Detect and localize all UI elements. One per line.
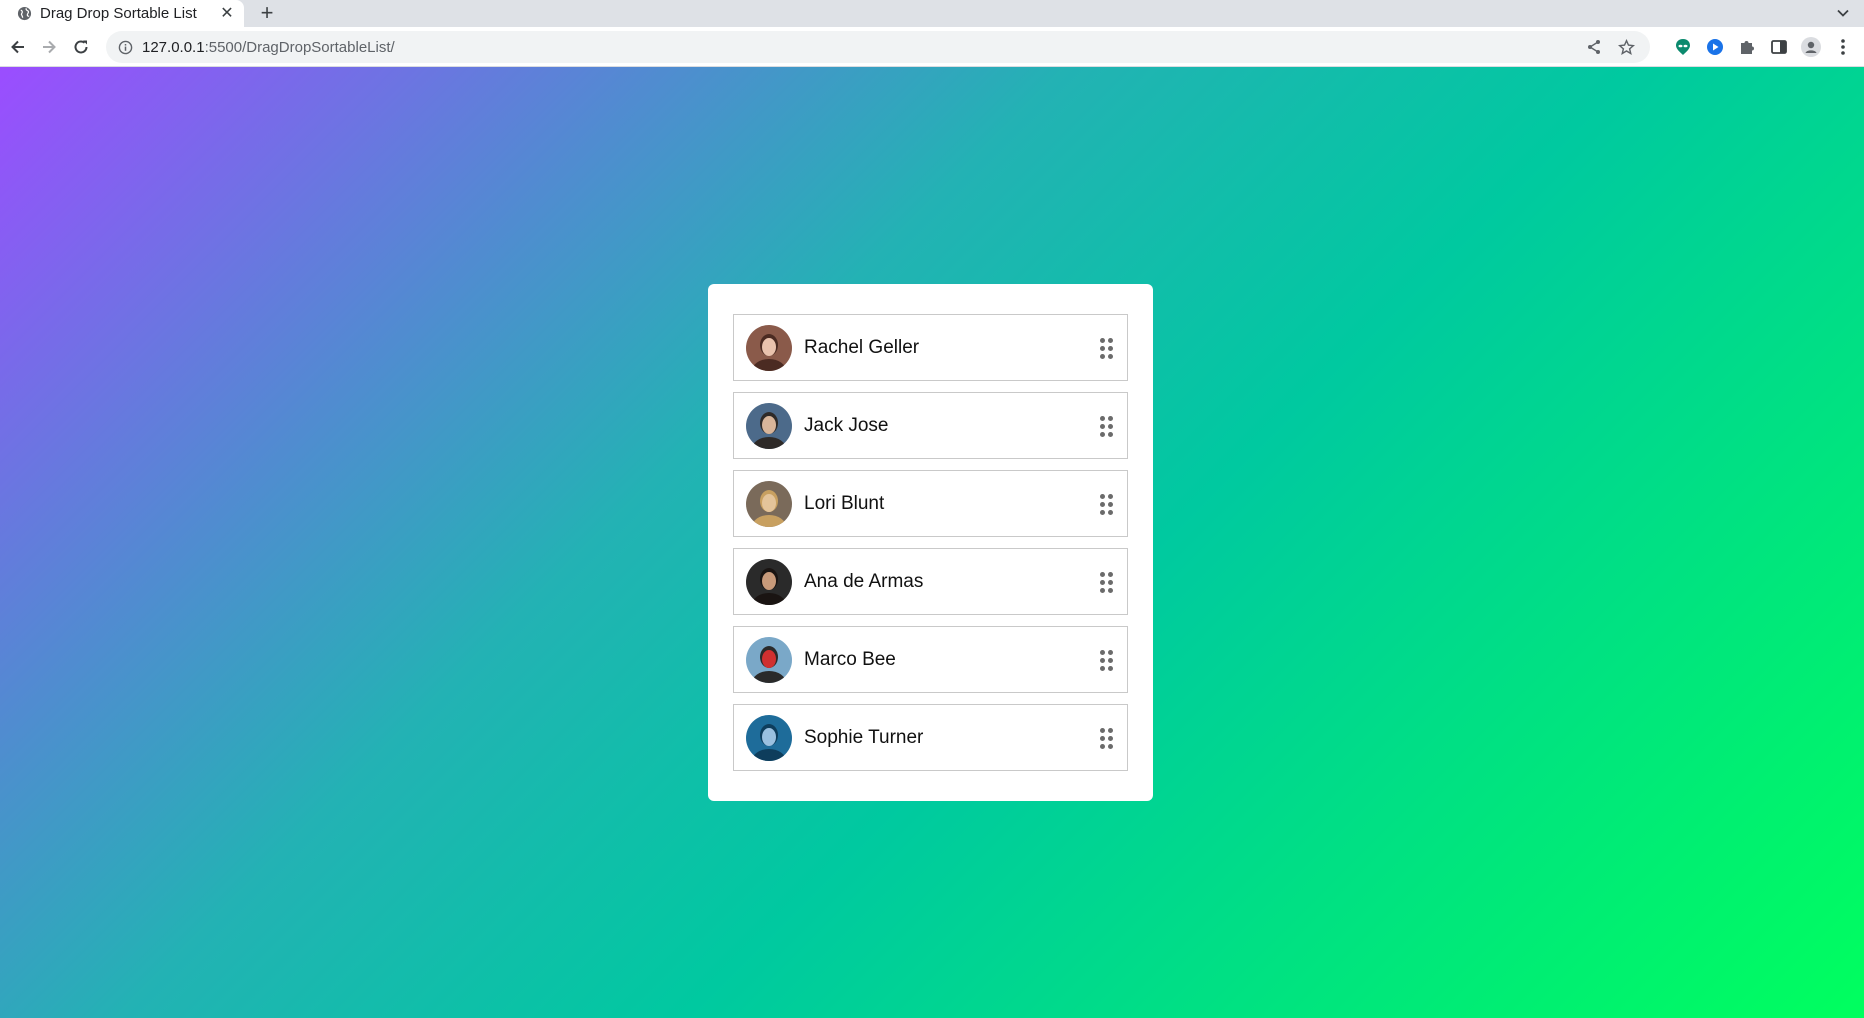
close-icon[interactable]: ✕: [218, 4, 236, 22]
sortable-list-card: Rachel Geller Jack Jose Lori Blunt Ana d…: [708, 284, 1153, 801]
arrow-right-icon[interactable]: [37, 35, 61, 59]
side-panel-icon[interactable]: [1768, 36, 1790, 58]
list-item[interactable]: Lori Blunt: [733, 470, 1128, 537]
person-name: Jack Jose: [804, 414, 889, 436]
drag-handle-icon[interactable]: [1097, 571, 1115, 593]
avatar-icon: [746, 636, 792, 683]
alien-extension-icon[interactable]: [1672, 36, 1694, 58]
url-host: 127.0.0.1: [142, 38, 205, 56]
person-name: Rachel Geller: [804, 336, 920, 358]
avatar-icon: [746, 324, 792, 371]
list-item[interactable]: Marco Bee: [733, 626, 1128, 693]
list-item[interactable]: Sophie Turner: [733, 704, 1128, 771]
share-icon[interactable]: [1584, 37, 1604, 57]
globe-icon: [16, 6, 32, 22]
avatar-icon: [746, 480, 792, 527]
avatar-icon: [746, 558, 792, 605]
avatar-icon: [746, 714, 792, 761]
info-icon[interactable]: [116, 38, 134, 56]
avatar-icon: [746, 402, 792, 449]
url-path: :5500/DragDropSortableList/: [204, 38, 395, 56]
drag-handle-icon[interactable]: [1097, 727, 1115, 749]
sortable-list: Rachel Geller Jack Jose Lori Blunt Ana d…: [733, 314, 1128, 782]
list-item[interactable]: Jack Jose: [733, 392, 1128, 459]
reload-icon[interactable]: [69, 35, 93, 59]
puzzle-icon[interactable]: [1736, 36, 1758, 58]
tab-strip: Drag Drop Sortable List ✕ +: [0, 0, 1864, 27]
list-item[interactable]: Rachel Geller: [733, 314, 1128, 381]
profile-icon[interactable]: [1800, 36, 1822, 58]
active-tab[interactable]: Drag Drop Sortable List ✕: [0, 0, 244, 27]
play-extension-icon[interactable]: [1704, 36, 1726, 58]
drag-handle-icon[interactable]: [1097, 337, 1115, 359]
browser-toolbar: 127.0.0.1:5500/DragDropSortableList/: [0, 27, 1864, 67]
person-name: Sophie Turner: [804, 726, 924, 748]
arrow-left-icon[interactable]: [6, 35, 30, 59]
star-icon[interactable]: [1616, 37, 1636, 57]
address-bar[interactable]: 127.0.0.1:5500/DragDropSortableList/: [106, 31, 1650, 63]
person-name: Ana de Armas: [804, 570, 924, 592]
tab-title: Drag Drop Sortable List: [40, 5, 197, 22]
chevron-down-icon[interactable]: [1832, 2, 1854, 24]
kebab-menu-icon[interactable]: [1832, 36, 1854, 58]
plus-icon[interactable]: +: [255, 0, 279, 25]
person-name: Lori Blunt: [804, 492, 885, 514]
drag-handle-icon[interactable]: [1097, 649, 1115, 671]
list-item[interactable]: Ana de Armas: [733, 548, 1128, 615]
page-background: Rachel Geller Jack Jose Lori Blunt Ana d…: [0, 67, 1864, 1018]
url-text[interactable]: 127.0.0.1:5500/DragDropSortableList/: [142, 39, 395, 56]
person-name: Marco Bee: [804, 648, 896, 670]
drag-handle-icon[interactable]: [1097, 493, 1115, 515]
drag-handle-icon[interactable]: [1097, 415, 1115, 437]
